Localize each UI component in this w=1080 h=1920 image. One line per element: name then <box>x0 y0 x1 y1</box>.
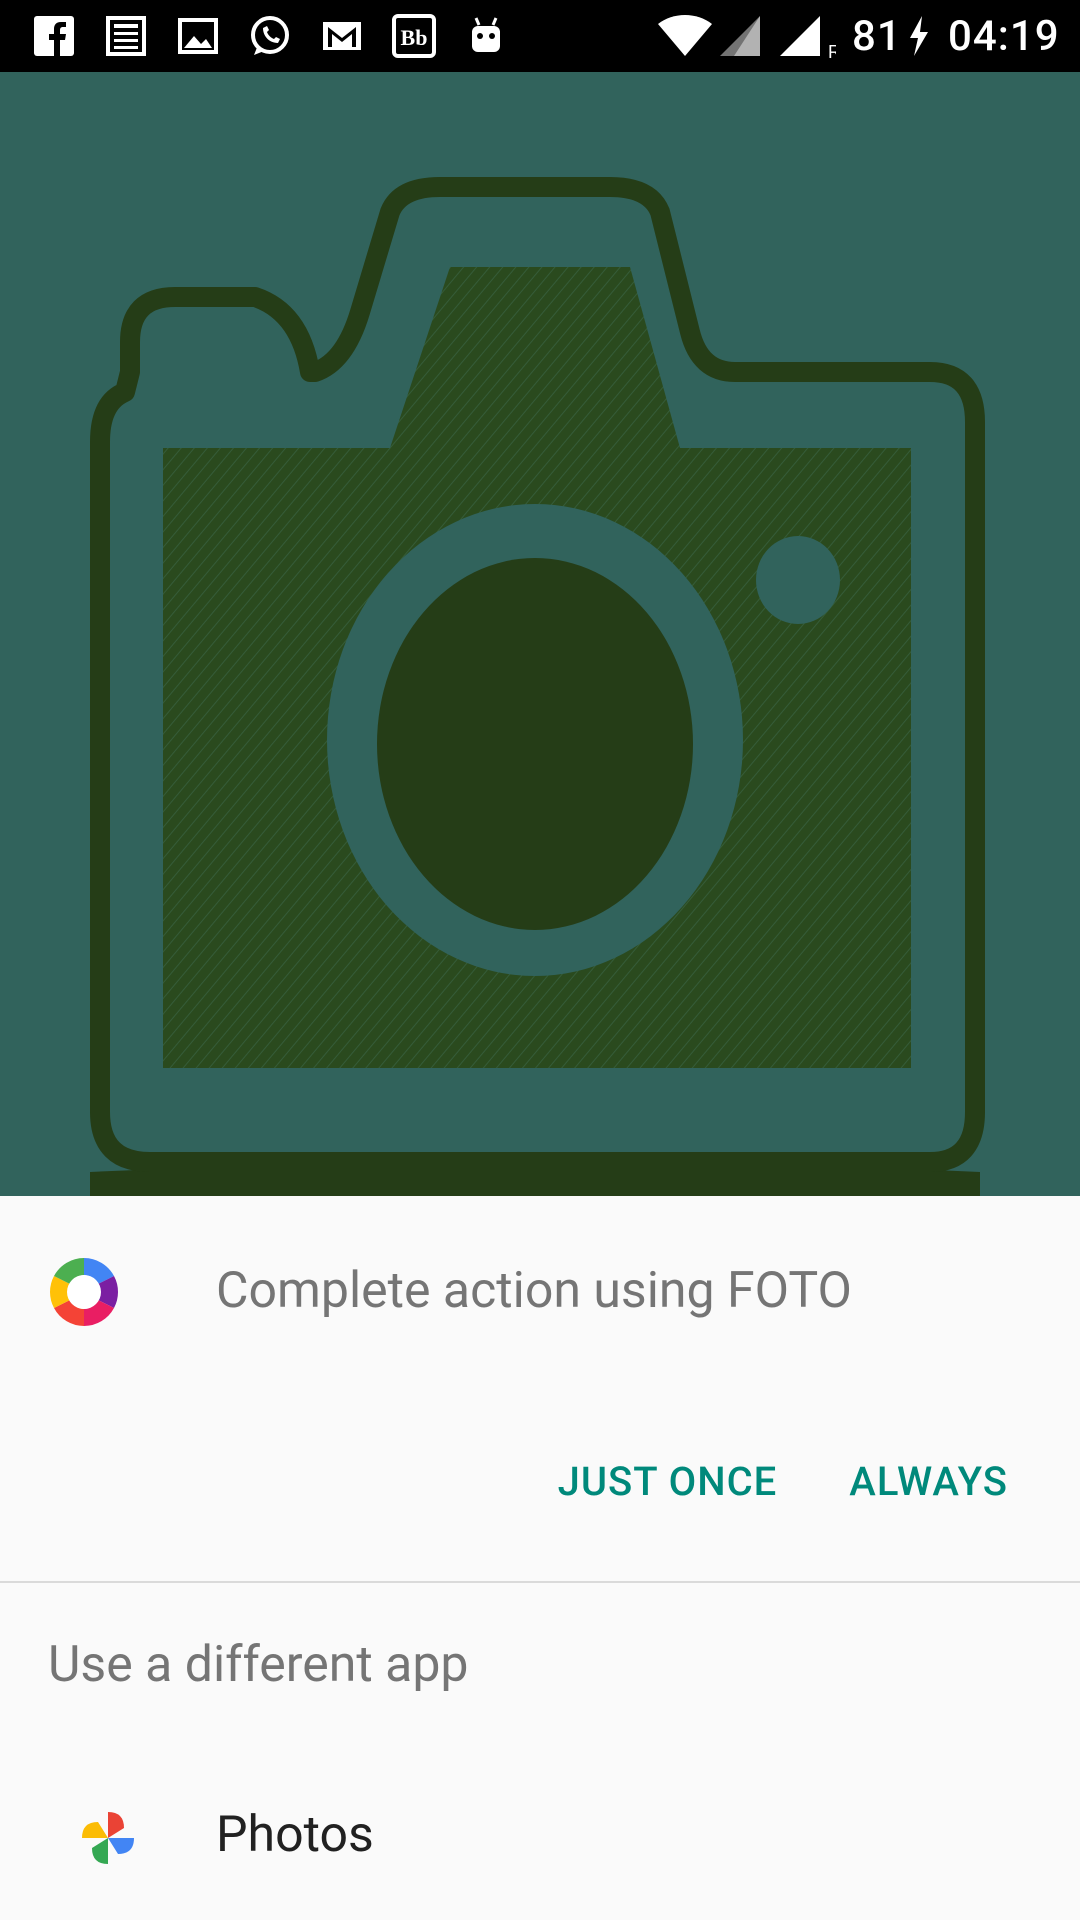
action-buttons: JUST ONCE ALWAYS <box>522 1446 1080 1518</box>
facebook-icon <box>34 16 74 56</box>
always-button[interactable]: ALWAYS <box>813 1446 1080 1518</box>
status-time: 04:19 <box>948 11 1060 61</box>
android-icon <box>472 17 500 52</box>
google-photos-icon <box>82 1812 134 1864</box>
whatsapp-icon <box>251 16 289 55</box>
status-bar: Bb R 81 04:19 <box>0 0 1080 72</box>
svg-text:Bb: Bb <box>401 25 428 50</box>
wifi-icon <box>658 15 712 56</box>
svg-text:R: R <box>828 42 836 60</box>
foto-app-icon <box>50 1258 118 1326</box>
different-app-subheader: Use a different app <box>48 1636 469 1694</box>
app-option-label: Photos <box>216 1806 374 1864</box>
default-app-section: Complete action using FOTO JUST ONCE ALW… <box>0 1196 1080 1581</box>
camera-illustration <box>90 177 985 1196</box>
dialog-title: Complete action using FOTO <box>216 1262 852 1320</box>
charging-bolt-icon <box>909 16 928 56</box>
news-icon <box>106 16 146 56</box>
bb-icon: Bb <box>392 14 436 58</box>
gmail-icon <box>323 22 361 50</box>
battery-level: 81 <box>852 11 902 61</box>
foto-splash-image <box>0 72 1080 1196</box>
app-option-photos[interactable]: Photos <box>0 1766 1080 1920</box>
chooser-bottom-sheet: Complete action using FOTO JUST ONCE ALW… <box>0 1196 1080 1920</box>
battery-indicator: 81 <box>852 0 932 72</box>
signal-icon <box>720 16 760 56</box>
just-once-button[interactable]: JUST ONCE <box>522 1446 814 1518</box>
roaming-signal-icon: R <box>780 16 836 60</box>
divider <box>0 1581 1080 1583</box>
image-icon <box>178 18 218 54</box>
